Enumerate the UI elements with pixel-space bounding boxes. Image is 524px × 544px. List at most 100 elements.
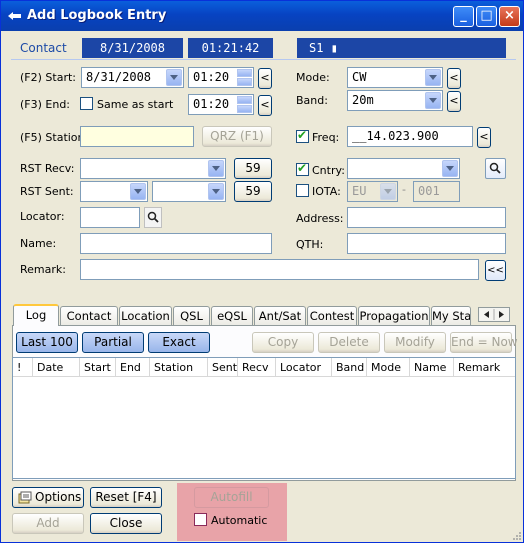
options-label: Options — [35, 490, 82, 504]
exact-button[interactable]: Exact — [148, 332, 210, 353]
chevron-down-icon[interactable] — [208, 160, 224, 177]
start-back-button[interactable]: < — [258, 68, 272, 89]
freq-back-button[interactable]: < — [477, 127, 491, 148]
delete-button[interactable]: Delete — [318, 332, 380, 353]
tab-contact[interactable]: Contact — [60, 306, 118, 325]
options-icon — [18, 491, 32, 504]
chevron-down-icon[interactable] — [425, 92, 441, 109]
header-date: 8/31/2008 — [82, 38, 183, 58]
cntry-label: Cntry: — [312, 164, 345, 177]
end-time-spinner[interactable] — [237, 96, 252, 113]
chevron-down-icon[interactable] — [425, 69, 441, 86]
tab-eqsl[interactable]: eQSL — [211, 306, 253, 325]
grid-col-date[interactable]: Date — [33, 358, 80, 377]
chevron-down-icon[interactable] — [208, 183, 224, 200]
grid-col-station[interactable]: Station — [150, 358, 208, 377]
title-bar[interactable]: Add Logbook Entry _ □ × — [1, 1, 523, 31]
grid-col-mode[interactable]: Mode — [367, 358, 410, 377]
freq-label: Freq: — [312, 131, 340, 144]
grid-col-locator[interactable]: Locator — [276, 358, 332, 377]
end-time-field[interactable]: 01:20 — [188, 94, 254, 115]
grid-col-band[interactable]: Band — [332, 358, 367, 377]
name-input[interactable] — [80, 233, 272, 254]
grid-col-flag[interactable]: ! — [13, 358, 33, 377]
rst-sent-extra-combo[interactable] — [152, 181, 226, 202]
freq-checkbox[interactable] — [296, 128, 309, 143]
grid-col-start[interactable]: Start — [80, 358, 116, 377]
grid-col-sent[interactable]: Sent — [208, 358, 238, 377]
tab-my-station[interactable]: My Station — [431, 306, 471, 325]
rst-recv-label: RST Recv: — [20, 162, 75, 175]
end-back-button[interactable]: < — [258, 95, 272, 116]
tab-ant-sat[interactable]: Ant/Sat — [254, 306, 306, 325]
header-divider — [11, 59, 516, 60]
resize-grip[interactable] — [510, 529, 522, 541]
cntry-combo[interactable] — [347, 158, 460, 179]
close-button[interactable]: Close — [90, 513, 162, 534]
grid-col-recv[interactable]: Recv — [238, 358, 276, 377]
tab-log[interactable]: Log — [13, 304, 59, 326]
iota-number-input[interactable]: 001 — [413, 181, 460, 202]
address-input[interactable] — [347, 207, 506, 228]
search-icon — [489, 162, 501, 174]
add-button[interactable]: Add — [12, 513, 84, 534]
start-time-field[interactable]: 01:20 — [188, 67, 254, 88]
tab-location[interactable]: Location — [119, 306, 172, 325]
start-date-value: 8/31/2008 — [86, 70, 152, 84]
chevron-down-icon[interactable] — [442, 160, 458, 177]
automatic-checkbox[interactable] — [194, 513, 207, 526]
grid-col-end[interactable]: End — [116, 358, 150, 377]
remark-input[interactable] — [80, 259, 479, 280]
window-title: Add Logbook Entry — [27, 8, 167, 23]
minimize-button[interactable]: _ — [453, 6, 474, 27]
collapse-button[interactable]: << — [485, 260, 506, 281]
end-now-button[interactable]: End = Now — [450, 332, 518, 353]
tab-scroller[interactable] — [478, 307, 510, 322]
tab-scroll-arrows-icon — [484, 309, 504, 320]
options-button[interactable]: Options — [12, 487, 84, 508]
chevron-down-icon[interactable] — [130, 183, 146, 200]
qrz-button[interactable]: QRZ (F1) — [202, 126, 272, 147]
start-label: (F2) Start: — [20, 71, 76, 84]
reset-button[interactable]: Reset [F4] — [90, 487, 162, 508]
mode-back-button[interactable]: < — [447, 68, 461, 89]
last100-button[interactable]: Last 100 — [16, 332, 78, 353]
rst-recv-combo[interactable] — [80, 158, 226, 179]
band-combo[interactable]: 20m — [347, 90, 443, 111]
locator-input[interactable] — [80, 207, 140, 228]
start-date-picker[interactable]: 8/31/2008 — [81, 67, 184, 88]
partial-button[interactable]: Partial — [82, 332, 144, 353]
copy-button[interactable]: Copy — [252, 332, 314, 353]
tab-propagation[interactable]: Propagation — [358, 306, 430, 325]
maximize-button[interactable]: □ — [476, 6, 497, 27]
band-back-button[interactable]: < — [447, 91, 461, 112]
iota-continent-combo[interactable]: EU — [347, 181, 398, 202]
grid-col-remark[interactable]: Remark — [454, 358, 515, 377]
mode-combo[interactable]: CW — [347, 67, 443, 88]
grid-col-name[interactable]: Name — [410, 358, 454, 377]
iota-continent-value: EU — [352, 184, 367, 198]
rst-sent-combo[interactable] — [80, 181, 148, 202]
start-time-spinner[interactable] — [237, 69, 252, 86]
rst-recv-59-button[interactable]: 59 — [234, 158, 272, 179]
same-as-start-checkbox[interactable] — [80, 97, 93, 110]
log-grid[interactable]: ! Date Start End Station Sent Recv Locat… — [12, 357, 516, 479]
header-callsign: S1 ▮ — [297, 38, 506, 58]
tab-qsl[interactable]: QSL — [173, 306, 210, 325]
rst-sent-59-button[interactable]: 59 — [234, 181, 272, 202]
cntry-checkbox[interactable] — [296, 161, 309, 176]
resize-grip-icon — [513, 532, 521, 540]
tab-contest[interactable]: Contest — [307, 306, 357, 325]
qth-input[interactable] — [347, 233, 506, 254]
iota-checkbox[interactable] — [296, 184, 309, 197]
close-window-button[interactable]: × — [499, 6, 520, 27]
modify-button[interactable]: Modify — [384, 332, 446, 353]
locator-search-button[interactable] — [144, 207, 162, 228]
cntry-search-button[interactable] — [485, 158, 506, 179]
station-input[interactable] — [80, 126, 194, 147]
autofill-button[interactable]: Autofill — [194, 487, 269, 508]
chevron-down-icon[interactable] — [166, 69, 182, 86]
band-label: Band: — [296, 94, 328, 107]
chevron-down-icon[interactable] — [380, 183, 396, 200]
freq-input[interactable]: __14.023.900 — [347, 126, 473, 147]
